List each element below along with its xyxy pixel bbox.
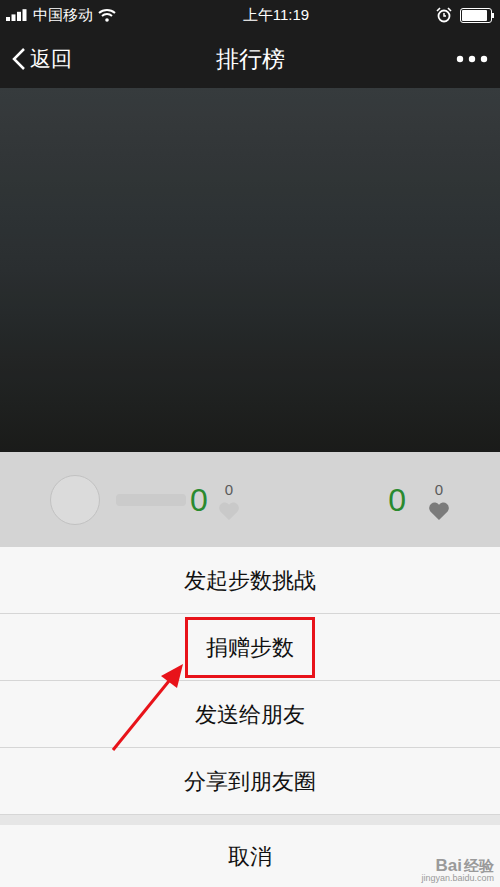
arrow-icon	[105, 658, 195, 758]
clock: 上午11:19	[243, 4, 309, 27]
app: 中国移动 上午11:19 返回 排行榜 0000发起步数挑战捐赠步数发送给朋友分享到朋友…	[0, 0, 500, 887]
carrier: 中国移动	[33, 4, 93, 27]
action-item[interactable]: 发起步数挑战	[0, 547, 500, 614]
watermark: Bai经验jingyan.baidu.com	[421, 857, 494, 883]
signal-icon	[6, 9, 28, 21]
action-sheet: 发起步数挑战捐赠步数发送给朋友分享到朋友圈取消Bai经验jingyan.baid…	[0, 547, 500, 887]
nav-title: 排行榜	[216, 42, 285, 77]
status-bar: 中国移动 上午11:19	[0, 0, 500, 30]
action-item[interactable]: 捐赠步数	[0, 614, 500, 681]
back-button[interactable]: 返回	[12, 43, 72, 75]
wifi-icon	[98, 8, 116, 22]
chevron-left-icon	[12, 47, 26, 71]
nav-bar: 返回 排行榜	[0, 30, 500, 88]
battery-icon	[460, 8, 494, 23]
content: 0000发起步数挑战捐赠步数发送给朋友分享到朋友圈取消Bai经验jingyan.…	[0, 88, 500, 887]
action-item[interactable]: 分享到朋友圈	[0, 748, 500, 815]
more-icon[interactable]	[456, 55, 488, 63]
cancel-button[interactable]: 取消Bai经验jingyan.baidu.com	[0, 825, 500, 887]
alarm-icon	[436, 7, 452, 23]
action-item[interactable]: 发送给朋友	[0, 681, 500, 748]
